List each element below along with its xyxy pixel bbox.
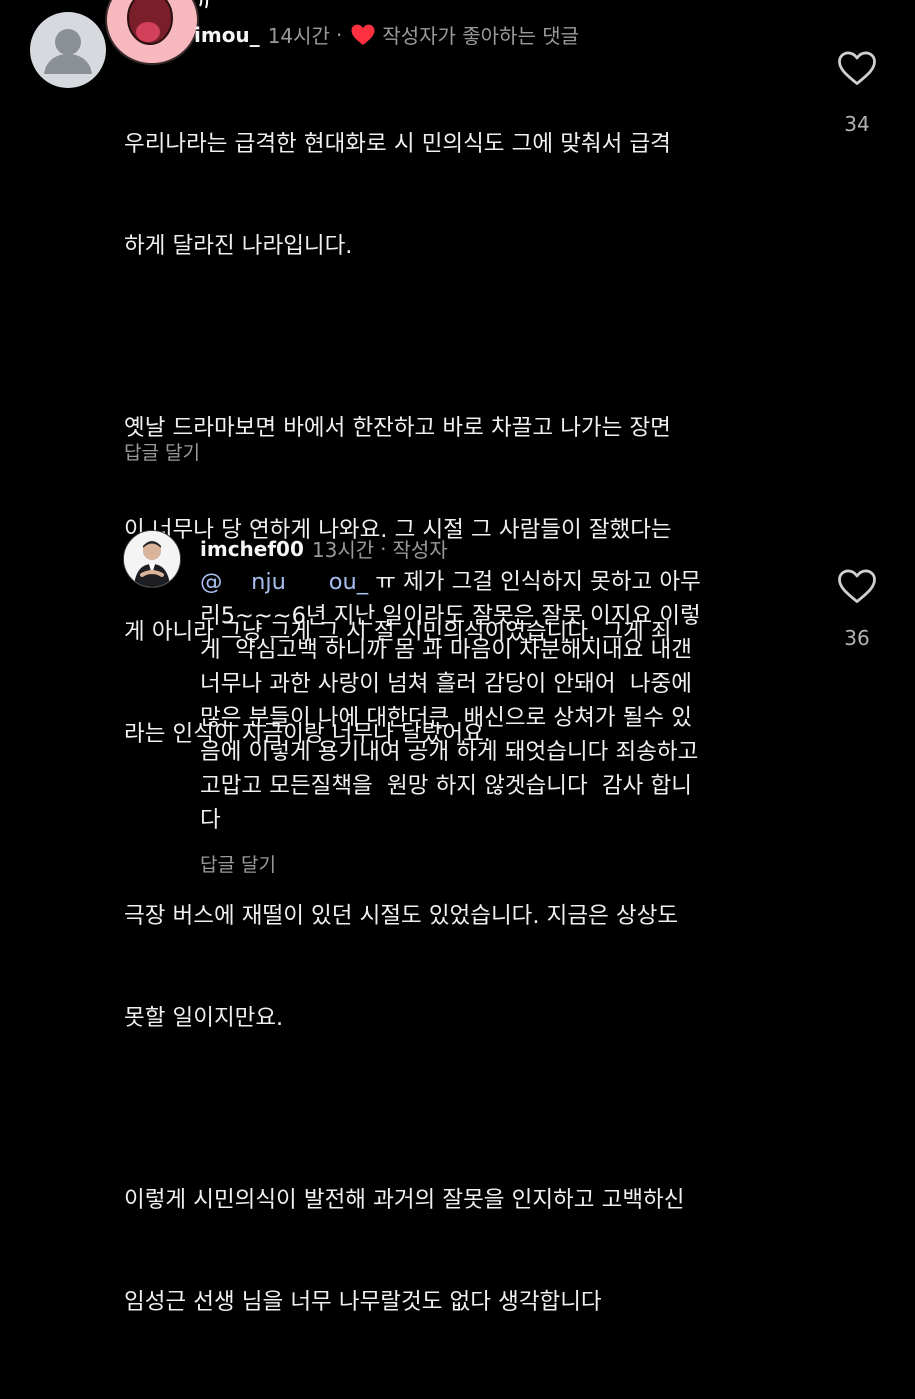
text-line: 옛날 드라마보면 바에서 한잔하고 바로 차끌고 나가는 장면	[124, 415, 671, 441]
comment-text: @ nju ou_ ㅠ 제가 그걸 인식하지 못하고 아무 리5~~~6년 지난…	[200, 565, 800, 837]
text-line: 이렇게 시민의식이 발전해 과거의 잘못을 인지하고 고백하신	[124, 1187, 685, 1213]
paragraph: 우리나라는 급격한 현대화로 시 민의식도 그에 맞춰서 급격 하게 달라진 나…	[124, 59, 804, 331]
text-line: 못할 일이지만요.	[124, 1005, 284, 1031]
text-line: @ nju ou_ ㅠ 제가 그걸 인식하지 못하고 아무	[200, 565, 800, 599]
avatar[interactable]	[123, 530, 181, 588]
text-line: 너무나 과한 사랑이 넘쳐 흘러 감당이 안돼어 나중에	[200, 671, 692, 697]
text-line: 하게 달라진 나라입니다.	[124, 233, 353, 259]
like-button[interactable]	[835, 48, 879, 88]
default-avatar-icon	[44, 29, 92, 74]
heart-filled-icon	[350, 23, 376, 46]
author-label: 작성자	[392, 538, 448, 562]
text-line: 많은 분들이 나에 대한더큰 배신으로 상쳐가 될수 있	[200, 705, 692, 731]
username[interactable]: imou_	[194, 23, 260, 47]
text-line: 임성근 선생 님을 너무 나무랄것도 없다 생각합니다	[124, 1289, 602, 1315]
comment-2: imchef00 13시간 · 작성자 @ nju ou_ ㅠ 제가 그걸 인식…	[0, 500, 915, 895]
comment-meta: imchef00 13시간 · 작성자	[200, 534, 448, 563]
like-count: 36	[844, 626, 870, 650]
separator-dot: ·	[380, 536, 387, 561]
separator-dot: ·	[335, 22, 343, 47]
text-line: 우리나라는 급격한 현대화로 시 민의식도 그에 맞춰서 급격	[124, 131, 671, 157]
text-line: 리5~~~6년 지난 일이라도 잘못은 잘못 이지요 이렇	[200, 603, 701, 629]
timestamp: 14시간	[267, 24, 330, 48]
heart-outline-icon	[838, 569, 876, 603]
paragraph: 이렇게 시민의식이 발전해 과거의 잘못을 인지하고 고백하신 임성근 선생 님…	[124, 1115, 804, 1387]
heart-outline-icon	[838, 51, 876, 85]
text-line: 게 약심고백 하니까 몸 과 마음이 차분해지내요 내갠	[200, 637, 692, 663]
comment-1: imou_ 14시간 · 작성자가 좋아하는 댓글 우리나라는 급격한 현대화로…	[0, 0, 915, 1315]
like-count: 34	[844, 112, 870, 136]
text-fragment: ㅠ 제가 그걸 인식하지 못하고 아무	[368, 569, 701, 595]
reply-button[interactable]: 답글 달기	[200, 850, 276, 877]
text-line: 다	[200, 807, 221, 833]
timestamp: 13시간	[311, 538, 375, 562]
text-line: 고맙고 모든질책을 원망 하지 않겟습니다 감사 합니	[200, 773, 692, 799]
username[interactable]: imchef00	[200, 537, 304, 561]
text-line: 음에 이렇게 용기내여 공개 하게 돼엇습니다 죄송하고	[200, 739, 699, 765]
comment-meta: imou_ 14시간 · 작성자가 좋아하는 댓글	[194, 20, 579, 49]
mention-link[interactable]: @ nju ou_	[200, 569, 368, 595]
chef-avatar-icon	[124, 531, 180, 587]
text-line: 극장 버스에 재떨이 있던 시절도 있었습니다. 지금은 상상도	[124, 903, 679, 929]
avatar[interactable]	[30, 12, 106, 88]
like-button[interactable]	[835, 566, 879, 606]
liked-by-author-label: 작성자가 좋아하는 댓글	[382, 24, 580, 48]
reply-button[interactable]: 답글 달기	[124, 438, 200, 465]
